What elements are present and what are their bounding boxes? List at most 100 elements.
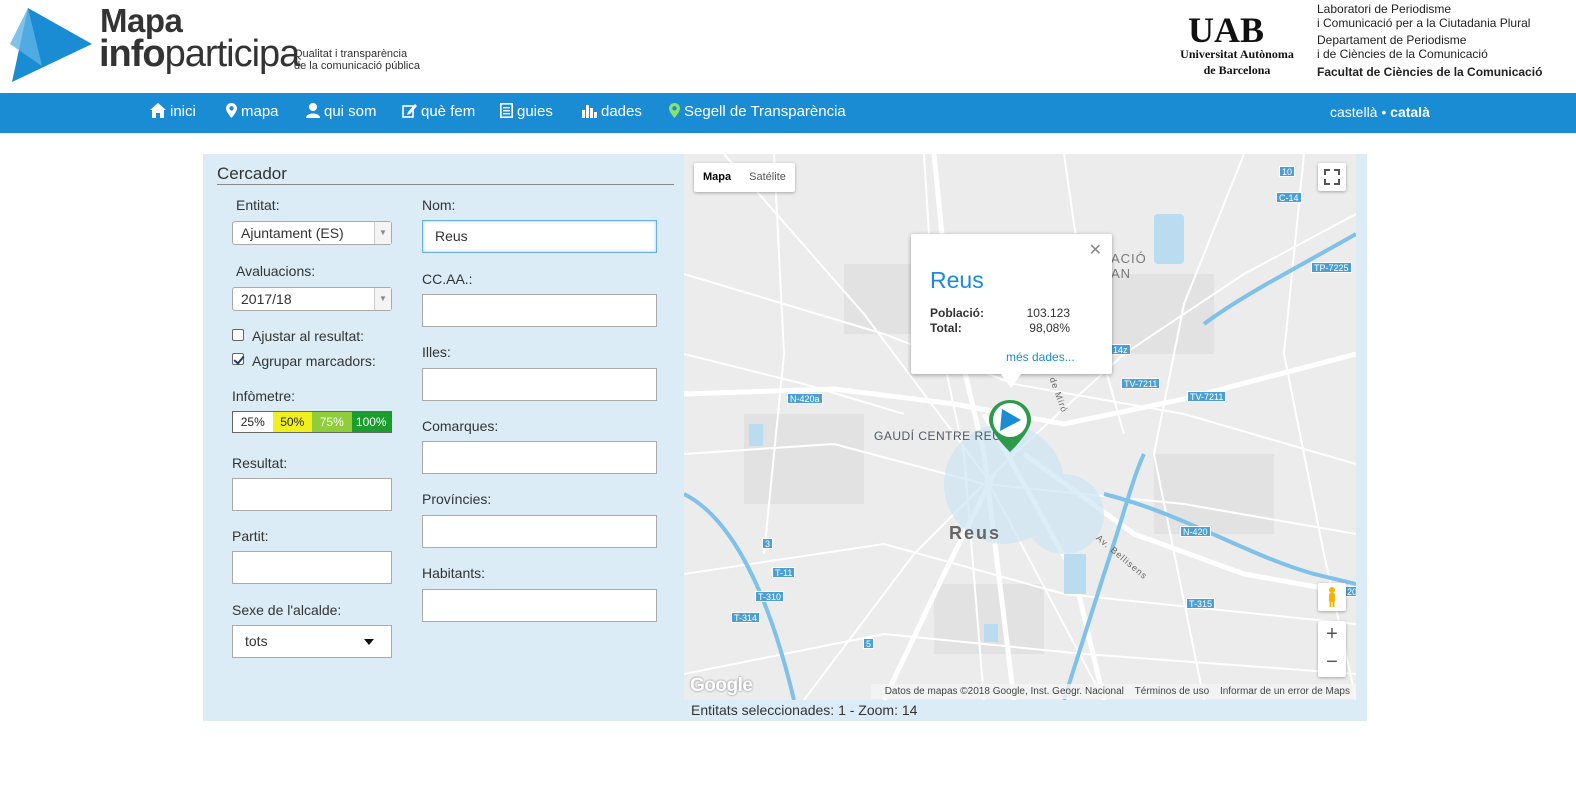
ajustar-checkbox[interactable]: [232, 329, 244, 341]
nav-que-fem[interactable]: què fem: [402, 93, 475, 133]
road-badge: TV-7211: [1187, 391, 1227, 402]
caret-down-icon: [364, 639, 374, 645]
map-type-satellite-button[interactable]: Satélite: [740, 163, 795, 192]
infometre-50[interactable]: 50%: [272, 412, 312, 432]
provincies-input[interactable]: [422, 515, 657, 548]
habitants-input[interactable]: [422, 589, 657, 622]
home-icon: [150, 103, 166, 118]
agrupar-checkbox[interactable]: [232, 353, 244, 365]
map-type-switcher: Mapa Satélite: [694, 163, 795, 192]
sexe-select[interactable]: tots: [232, 625, 392, 658]
map-label-an: AN: [1111, 266, 1132, 281]
uab-name: Universitat Autònoma de Barcelona: [1180, 47, 1294, 77]
nav-mapa[interactable]: mapa: [226, 93, 279, 133]
agrupar-label: Agrupar marcadors:: [252, 353, 376, 369]
language-switcher: castellà • català: [1330, 93, 1430, 133]
map-info-popup: ✕ Reus Població: 103.123 Total: 98,08% més…: [911, 234, 1112, 388]
road-badge: T-314: [731, 612, 761, 623]
map-pin-icon: [226, 103, 237, 118]
map-type-mapa-button[interactable]: Mapa: [694, 163, 740, 192]
road-badge: T-315: [1186, 598, 1216, 609]
zoom-control: + −: [1318, 621, 1346, 677]
green-pin-icon: [669, 103, 680, 118]
search-title-divider: [217, 184, 674, 185]
habitants-label: Habitants:: [422, 565, 486, 581]
partit-input[interactable]: [232, 551, 392, 584]
chevron-down-icon: ▼: [374, 288, 391, 310]
road-badge: 14z: [1110, 344, 1131, 355]
popup-total-row: Total: 98,08%: [930, 321, 1070, 335]
street-view-button[interactable]: [1318, 583, 1346, 611]
resultat-input[interactable]: [232, 478, 392, 511]
road-badge: TV-7211: [1121, 378, 1161, 389]
laboratory-info: Laboratori de Periodisme i Comunicació p…: [1317, 2, 1543, 79]
nav-segell[interactable]: Segell de Transparència: [669, 93, 846, 133]
report-error-link[interactable]: Informar de un error de Maps: [1220, 686, 1350, 697]
infometre-75[interactable]: 75%: [312, 412, 352, 432]
popup-poblacio-row: Població: 103.123: [930, 306, 1070, 320]
road-badge: 10: [1279, 166, 1296, 177]
ajustar-label: Ajustar al resultat:: [252, 328, 365, 344]
illes-input[interactable]: [422, 368, 657, 401]
map-attribution: Datos de mapas ©2018 Google, Inst. Geogr…: [870, 684, 1356, 699]
comarques-label: Comarques:: [422, 418, 499, 434]
partit-label: Partit:: [232, 528, 269, 544]
zoom-out-button[interactable]: −: [1318, 649, 1346, 677]
avaluacions-label: Avaluacions:: [236, 263, 316, 279]
road-badge: C-14: [1276, 192, 1302, 203]
infometre-scale: 25% 50% 75% 100%: [232, 411, 392, 433]
user-icon: [306, 103, 320, 118]
terms-link[interactable]: Términos de uso: [1135, 686, 1209, 697]
resultat-label: Resultat:: [232, 455, 288, 471]
fullscreen-button[interactable]: [1318, 163, 1346, 191]
close-icon[interactable]: ✕: [1089, 240, 1102, 260]
lang-separator: •: [1381, 104, 1387, 120]
map-label-reus: Reus: [949, 523, 1002, 543]
mapa-infoparticipa-logo-icon[interactable]: [8, 6, 94, 84]
list-icon: [500, 103, 513, 118]
ccaa-label: CC.AA.:: [422, 271, 473, 287]
infometre-25[interactable]: 25%: [233, 412, 273, 432]
infometre-label: Infòmetre:: [232, 388, 296, 404]
road-badge: T-11: [772, 567, 796, 578]
more-data-link[interactable]: més dades...: [1006, 350, 1075, 364]
search-title: Cercador: [217, 164, 287, 183]
lang-catala[interactable]: català: [1390, 104, 1430, 120]
road-badge: 3: [762, 538, 774, 549]
header: Mapa infoparticipa Qualitat i transparèn…: [0, 0, 1576, 93]
provincies-label: Províncies:: [422, 491, 492, 507]
map-marker-icon[interactable]: [987, 398, 1033, 454]
nav-dades[interactable]: dades: [582, 93, 642, 133]
entitat-label: Entitat:: [236, 197, 280, 213]
nom-label: Nom:: [422, 197, 456, 213]
road-badge: 5: [863, 638, 875, 649]
comarques-input[interactable]: [422, 441, 657, 474]
nav-inici[interactable]: inici: [150, 93, 196, 133]
attribution-data: Datos de mapas ©2018 Google, Inst. Geogr…: [884, 686, 1124, 697]
fullscreen-icon: [1324, 169, 1340, 185]
popup-title: Reus: [930, 267, 984, 293]
nav-qui-som[interactable]: qui som: [306, 93, 377, 133]
zoom-in-button[interactable]: +: [1318, 621, 1346, 649]
map-label-acio: ACIÓ: [1111, 251, 1147, 266]
illes-label: Illes:: [422, 344, 451, 360]
avaluacions-select[interactable]: 2017/18 ▼: [232, 287, 392, 311]
google-logo: Google: [690, 675, 753, 696]
nav-guies[interactable]: guies: [500, 93, 553, 133]
road-badge: N-420a: [787, 393, 823, 404]
logo-tagline: Qualitat i transparència de la comunicac…: [294, 48, 420, 72]
chevron-down-icon: ▼: [374, 222, 391, 244]
road-badge: T-310: [755, 591, 785, 602]
road-badge: N-420: [1180, 526, 1211, 537]
map-status-text: Entitats seleccionades: 1 - Zoom: 14: [691, 702, 918, 718]
entitat-select[interactable]: Ajuntament (ES) ▼: [232, 221, 392, 245]
edit-icon: [402, 104, 417, 118]
infometre-100[interactable]: 100%: [351, 412, 391, 432]
lang-castella[interactable]: castellà: [1330, 104, 1377, 120]
sexe-label: Sexe de l'alcalde:: [232, 602, 342, 618]
pegman-icon: [1329, 587, 1335, 607]
nom-input[interactable]: Reus: [422, 220, 657, 253]
uab-logo[interactable]: UAB: [1188, 9, 1264, 51]
ccaa-input[interactable]: [422, 294, 657, 327]
map-canvas[interactable]: GAUDÍ CENTRE REUS Reus ACIÓ AN de Miró A…: [684, 154, 1356, 700]
